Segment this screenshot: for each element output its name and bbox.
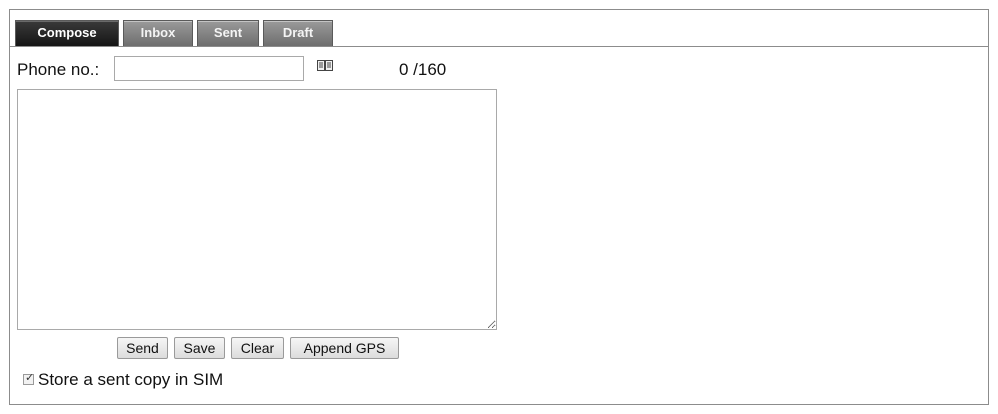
tab-sent[interactable]: Sent <box>197 20 259 46</box>
character-counter: 0 /160 <box>399 60 447 79</box>
phone-row: Phone no.: 0 /160 <box>17 56 497 82</box>
save-button[interactable]: Save <box>174 337 225 359</box>
tab-draft[interactable]: Draft <box>263 20 333 46</box>
tab-inbox[interactable]: Inbox <box>123 20 193 46</box>
send-button[interactable]: Send <box>117 337 168 359</box>
message-textarea[interactable] <box>17 89 497 330</box>
append-gps-button[interactable]: Append GPS <box>290 337 399 359</box>
store-copy-checkbox[interactable]: ✓ <box>23 372 35 385</box>
store-copy-option: ✓ Store a sent copy in SIM <box>23 370 323 390</box>
phonebook-icon[interactable] <box>317 59 333 72</box>
phone-label: Phone no.: <box>17 60 100 79</box>
store-copy-label[interactable]: Store a sent copy in SIM <box>38 370 223 390</box>
clear-button[interactable]: Clear <box>231 337 284 359</box>
tab-compose[interactable]: Compose <box>15 20 119 46</box>
checkmark-icon: ✓ <box>25 372 35 384</box>
sms-panel: Compose Inbox Sent Draft Phone no.: 0 /1… <box>9 9 989 405</box>
tab-bar: Compose Inbox Sent Draft <box>10 10 988 47</box>
phone-input[interactable] <box>114 56 304 81</box>
